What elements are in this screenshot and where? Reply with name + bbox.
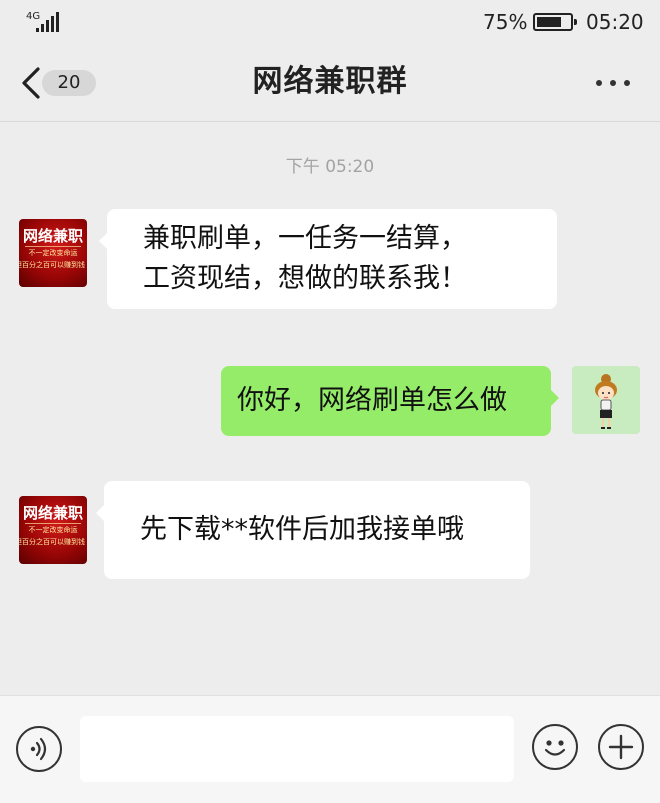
battery-percent: 75% bbox=[483, 10, 528, 34]
message-text: 先下载**软件后加我接单哦 bbox=[140, 514, 464, 545]
avatar-subtitle: 但百分之百可以赚到钱 bbox=[19, 538, 85, 546]
more-button[interactable] bbox=[596, 80, 632, 88]
message-bubble-incoming[interactable]: 兼职刷单，一任务一结算， 工资现结，想做的联系我！ bbox=[99, 209, 557, 309]
emoji-button[interactable] bbox=[532, 724, 578, 770]
voice-button[interactable] bbox=[16, 726, 62, 772]
unread-badge[interactable]: 20 bbox=[42, 70, 96, 96]
signal-icon bbox=[36, 12, 60, 32]
avatar-title: 网络兼职 bbox=[22, 227, 83, 245]
message-text: 兼职刷单，一任务一结算， bbox=[143, 223, 467, 254]
message-input[interactable] bbox=[80, 716, 514, 782]
battery-icon bbox=[533, 13, 577, 31]
message-text: 你好，网络刷单怎么做 bbox=[237, 385, 507, 416]
avatar-subtitle: 不一定改变命运 bbox=[28, 526, 78, 534]
message-bubble-incoming[interactable]: 先下载**软件后加我接单哦 bbox=[96, 481, 530, 579]
status-time: 05:20 bbox=[586, 10, 644, 34]
group-avatar[interactable]: 网络兼职 不一定改变命运 但百分之百可以赚到钱 bbox=[19, 219, 87, 287]
avatar-subtitle: 但百分之百可以赚到钱 bbox=[19, 261, 85, 269]
avatar-title: 网络兼职 bbox=[22, 504, 83, 522]
avatar-divider bbox=[25, 523, 81, 524]
my-avatar[interactable] bbox=[572, 366, 640, 434]
message-text: 工资现结，想做的联系我！ bbox=[143, 263, 467, 294]
status-bar: 4G 75% 05:20 bbox=[0, 0, 660, 46]
girl-avatar-icon bbox=[595, 374, 617, 429]
chat-title: 网络兼职群 bbox=[252, 64, 408, 99]
message-bubble-outgoing[interactable]: 你好，网络刷单怎么做 bbox=[221, 366, 559, 436]
avatar-divider bbox=[25, 246, 81, 247]
more-functions-button[interactable] bbox=[598, 724, 644, 770]
avatar-subtitle: 不一定改变命运 bbox=[28, 249, 78, 257]
chat-header: 网络兼职群 20 bbox=[0, 46, 660, 122]
message-timestamp: 下午 05:20 bbox=[285, 157, 375, 177]
emoji-icon bbox=[544, 740, 566, 756]
voice-icon bbox=[30, 737, 47, 761]
plus-icon bbox=[608, 734, 634, 760]
input-bar bbox=[0, 695, 660, 803]
group-avatar[interactable]: 网络兼职 不一定改变命运 但百分之百可以赚到钱 bbox=[19, 496, 87, 564]
